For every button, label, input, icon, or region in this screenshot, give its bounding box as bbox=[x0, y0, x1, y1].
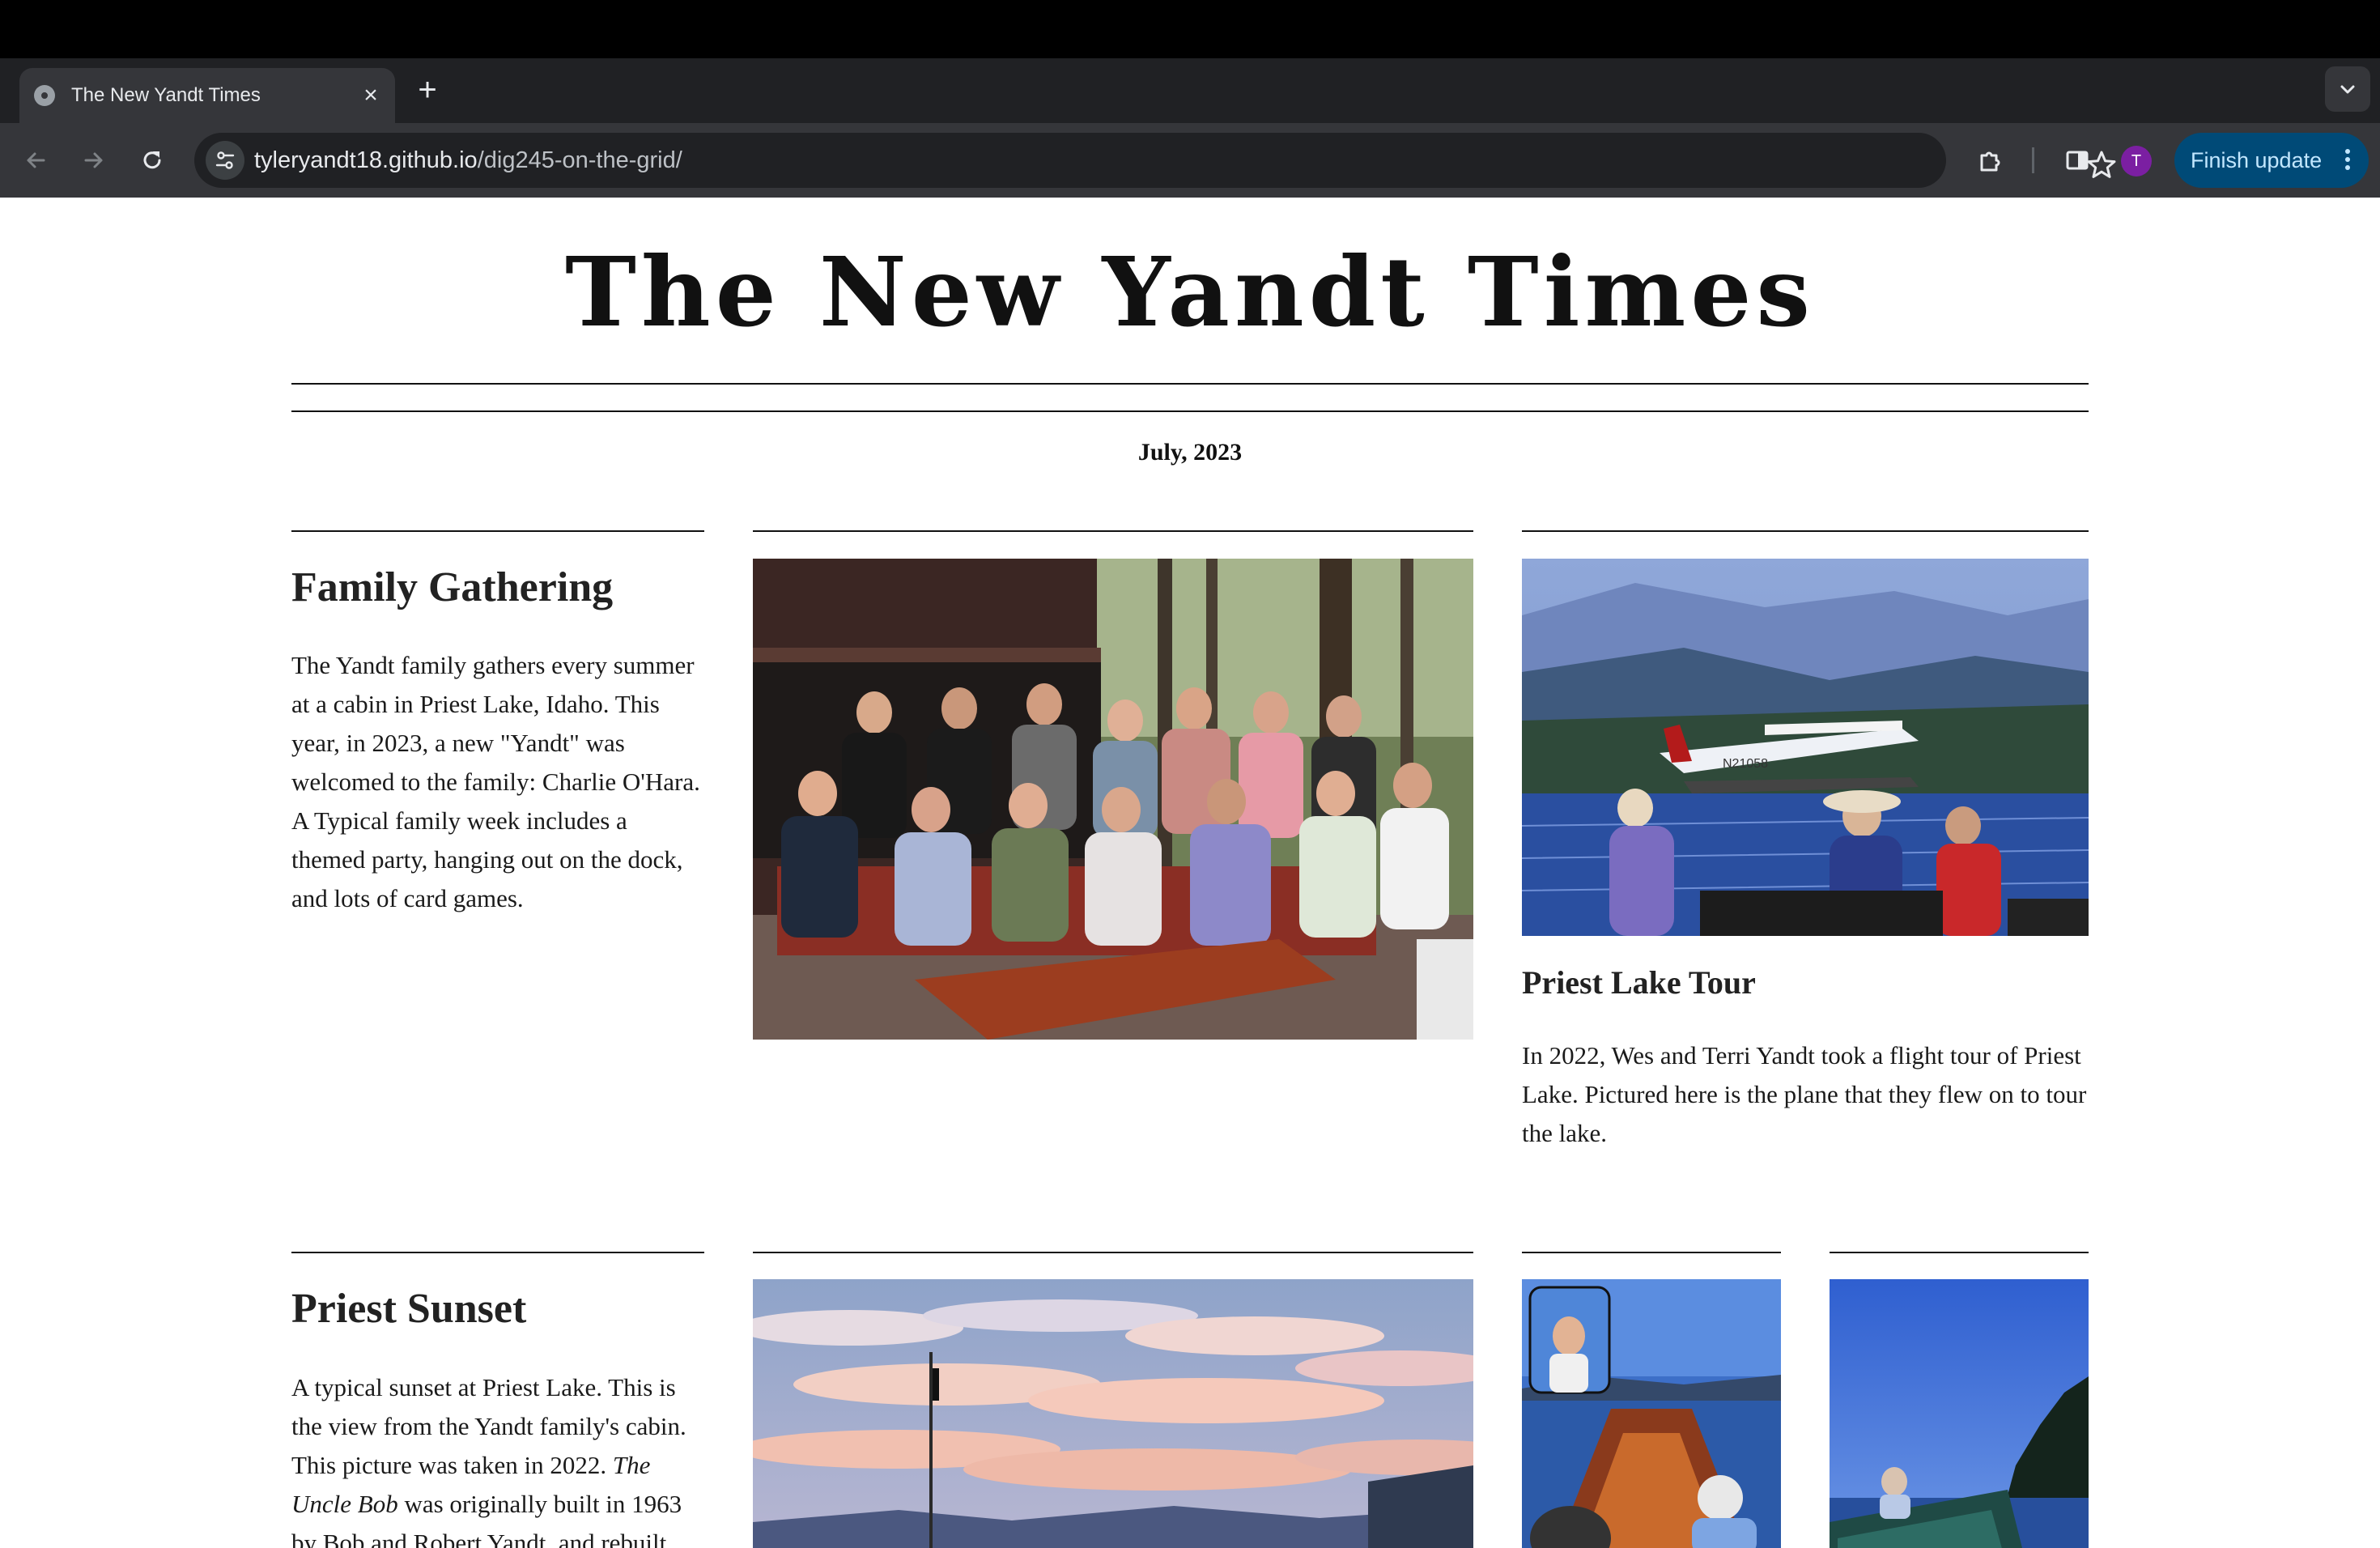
boat-photo-illustration bbox=[1522, 1279, 1781, 1548]
sunset-photo-illustration bbox=[753, 1279, 1473, 1548]
column-rule bbox=[1830, 1252, 2089, 1253]
extensions-icon bbox=[1980, 151, 2000, 172]
article-body: In 2022, Wes and Terri Yandt took a flig… bbox=[1522, 1041, 2087, 1147]
boat-photo bbox=[1522, 1279, 1781, 1548]
masthead-title: The New Yandt Times bbox=[565, 236, 1815, 348]
masthead-rule-bottom bbox=[291, 410, 2089, 412]
kebab-menu-icon bbox=[2341, 146, 2354, 175]
url-text[interactable]: tyleryandt18.github.io/dig245-on-the-gri… bbox=[254, 147, 682, 173]
browser-toolbar: tyleryandt18.github.io/dig245-on-the-gri… bbox=[0, 123, 2380, 198]
column-rule bbox=[291, 1252, 704, 1253]
tab-title: The New Yandt Times bbox=[71, 84, 261, 106]
browser-tab[interactable]: The New Yandt Times × bbox=[19, 68, 395, 123]
column-rule bbox=[1522, 1252, 1781, 1253]
article-headline: Family Gathering bbox=[291, 564, 614, 610]
back-button[interactable] bbox=[16, 141, 55, 180]
side-panel-icon bbox=[2066, 151, 2089, 170]
masthead-rule-top bbox=[291, 383, 2089, 385]
finish-update-button[interactable]: Finish update bbox=[2174, 133, 2369, 188]
extensions-button[interactable] bbox=[1970, 141, 2009, 180]
family-photo bbox=[753, 559, 1473, 1040]
lake-boat-photo-illustration bbox=[1830, 1279, 2089, 1548]
column-rule bbox=[753, 530, 1473, 532]
forward-arrow-icon bbox=[84, 152, 103, 168]
article-body: The Yandt family gathers every summer at… bbox=[291, 651, 700, 912]
newspaper-page: The New Yandt Times July, 2023 Family Ga… bbox=[0, 198, 2380, 1548]
lake-boat-photo bbox=[1830, 1279, 2089, 1548]
plus-icon[interactable]: + bbox=[410, 73, 445, 108]
avatar[interactable]: T bbox=[2121, 146, 2152, 176]
plane-photo: N21058 bbox=[1522, 559, 2089, 936]
plane-registration: N21058 bbox=[1723, 757, 1768, 771]
column-rule bbox=[753, 1252, 1473, 1253]
reload-button[interactable] bbox=[133, 141, 172, 180]
side-panel-button[interactable] bbox=[2058, 141, 2097, 180]
sunset-photo bbox=[753, 1279, 1473, 1548]
tune-icon bbox=[215, 151, 235, 169]
address-bar[interactable]: tyleryandt18.github.io/dig245-on-the-gri… bbox=[194, 133, 2116, 188]
back-arrow-icon bbox=[27, 152, 45, 168]
tab-search-button[interactable] bbox=[2325, 66, 2370, 112]
article-headline: Priest Sunset bbox=[291, 1286, 527, 1332]
article-body: A typical sunset at Priest Lake. This is… bbox=[291, 1368, 704, 1548]
close-icon[interactable]: × bbox=[355, 79, 387, 112]
column-rule bbox=[1522, 530, 2089, 532]
globe-icon bbox=[34, 85, 55, 106]
url-host: tyleryandt18.github.io bbox=[254, 147, 478, 173]
article-headline: Priest Lake Tour bbox=[1522, 964, 1756, 1001]
toolbar-divider bbox=[2032, 147, 2034, 173]
plane-photo-illustration: N21058 bbox=[1522, 559, 2089, 936]
finish-update-label: Finish update bbox=[2191, 148, 2323, 172]
forward-button[interactable] bbox=[74, 141, 113, 180]
dateline: July, 2023 bbox=[1137, 439, 1243, 466]
tab-strip: The New Yandt Times × + bbox=[0, 58, 2380, 123]
site-info-button[interactable] bbox=[206, 141, 244, 180]
chevron-down-icon bbox=[2340, 85, 2355, 94]
system-top-bar bbox=[0, 0, 2380, 58]
column-rule bbox=[291, 530, 704, 532]
url-path: /dig245-on-the-grid/ bbox=[477, 147, 682, 173]
reload-icon bbox=[143, 151, 161, 169]
family-photo-illustration bbox=[753, 559, 1473, 1040]
